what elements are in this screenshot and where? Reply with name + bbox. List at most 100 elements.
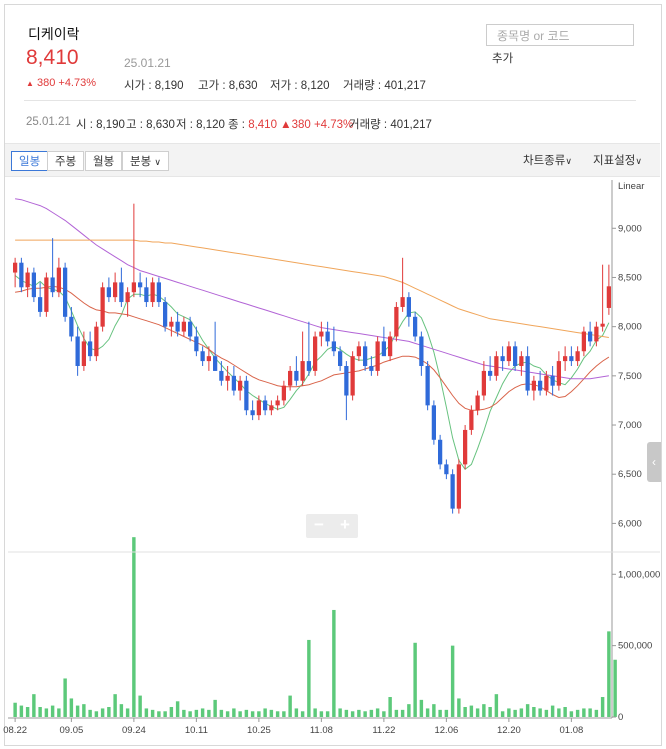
volume-bar [125, 708, 130, 717]
zoom-in-button[interactable]: + [332, 515, 358, 535]
candle-body [56, 267, 61, 293]
volume-bar [600, 697, 605, 717]
collapse-handle[interactable]: ‹ [647, 442, 661, 482]
volume-bar [300, 711, 305, 717]
x-tick-label: 12.20 [497, 725, 521, 736]
candle-body [350, 356, 355, 396]
volume-bar [88, 709, 92, 717]
volume-bar [575, 709, 580, 717]
volume-bar [69, 698, 74, 717]
candle-body [63, 267, 68, 317]
candle-body [419, 336, 424, 366]
volume-bar [157, 711, 161, 717]
candle-body [156, 282, 161, 303]
candle-body [163, 302, 168, 327]
candle-body [456, 464, 461, 509]
volume-bar [594, 709, 599, 717]
candle-body [181, 321, 186, 332]
volume-bar [375, 708, 380, 717]
candle-body [306, 361, 311, 371]
candle-body [13, 262, 18, 273]
candle-body [563, 356, 568, 362]
candle-body [213, 356, 218, 371]
candle-body [413, 316, 418, 337]
candle-body [569, 356, 574, 362]
volume-bar [38, 707, 42, 717]
volume-bar [382, 711, 386, 717]
volume-bar [294, 708, 299, 717]
volume-bar [432, 704, 436, 717]
volume-bar [457, 698, 461, 717]
zoom-out-button[interactable]: − [306, 515, 332, 535]
candle-body [275, 400, 280, 406]
volume-bar [182, 709, 186, 717]
candle-body [488, 370, 493, 376]
candle-body [250, 410, 255, 416]
volume-bar [338, 708, 342, 717]
volume-bar [544, 709, 549, 717]
volume-bar [325, 711, 330, 717]
volume-bar [169, 707, 174, 717]
candle-body [94, 326, 99, 357]
volume-bar [207, 709, 211, 717]
volume-bar [50, 705, 55, 717]
candle-body [406, 297, 411, 317]
candle-body [394, 306, 399, 337]
volume-bar [194, 709, 199, 717]
volume-bar [13, 702, 17, 717]
volume-bar [425, 708, 430, 717]
volume-bar [388, 697, 392, 717]
volume-bar [175, 701, 180, 717]
volume-bar [257, 711, 261, 717]
volume-bar [463, 707, 467, 717]
candle-body [69, 316, 74, 337]
candle-body [594, 326, 599, 342]
y-tick-label: 7,000 [618, 420, 642, 431]
x-tick-label: 11.08 [310, 725, 333, 736]
volume-bar [32, 694, 36, 717]
candle-body [463, 429, 468, 465]
volume-bar [269, 709, 274, 717]
volume-bar [469, 705, 474, 717]
candle-body [288, 370, 293, 386]
volume-bar [550, 705, 555, 717]
volume-bar [400, 709, 405, 717]
volume-bar [363, 711, 367, 717]
volume-bar [563, 707, 567, 717]
volume-bar [513, 709, 517, 717]
candle-body [19, 262, 24, 288]
candle-body [38, 297, 43, 312]
candle-body [538, 380, 543, 391]
volume-bar [25, 707, 30, 717]
volume-bar [288, 695, 292, 717]
volume-bar [63, 678, 67, 717]
candle-body [575, 351, 580, 362]
candle-body [431, 405, 436, 440]
volume-bar [119, 704, 124, 717]
candle-body [438, 439, 443, 465]
volume-tick-label: 1,000,000 [618, 569, 660, 580]
volume-bar [138, 695, 142, 717]
volume-bar [419, 699, 424, 717]
volume-bar [100, 708, 105, 717]
volume-bar [313, 708, 317, 717]
y-tick-label: 8,500 [618, 272, 642, 283]
volume-bar [332, 609, 336, 717]
candle-body [81, 341, 86, 366]
volume-bar [307, 639, 311, 717]
candle-body [150, 282, 155, 303]
volume-bar [263, 708, 267, 717]
volume-bar [344, 709, 349, 717]
volume-bar [588, 708, 592, 717]
candle-body [194, 336, 199, 352]
candle-body [506, 346, 511, 362]
candle-body [313, 336, 318, 371]
volume-bar [500, 711, 505, 717]
volume-tick-label: 0 [618, 712, 623, 723]
volume-tick-label: 500,000 [618, 641, 652, 652]
volume-bar [407, 704, 411, 717]
x-tick-label: 10.25 [247, 725, 271, 736]
candle-body [475, 395, 480, 411]
volume-bar [188, 711, 192, 717]
candle-body [400, 297, 405, 307]
